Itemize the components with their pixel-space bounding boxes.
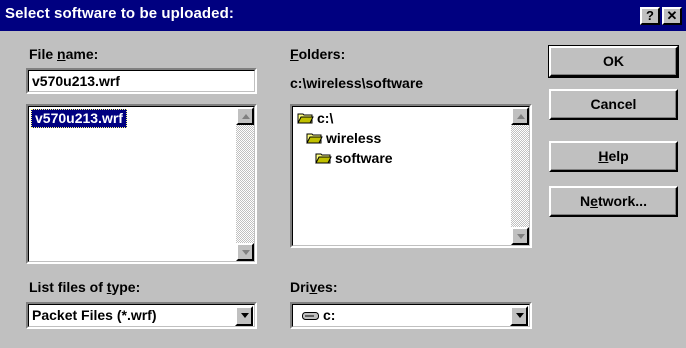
open-folder-icon [297,113,314,124]
file-type-dropdown-button[interactable] [235,306,253,326]
help-button[interactable]: Help [549,141,678,172]
file-name-label: File name: [29,46,99,62]
file-type-select[interactable]: Packet Files (*.wrf) [26,302,257,329]
scroll-up-button[interactable] [236,107,254,125]
arrow-up-icon [517,114,525,119]
chevron-down-icon [516,313,524,318]
open-folder-icon [315,153,332,164]
tree-item-root[interactable]: c:\ [297,110,333,126]
scroll-up-button[interactable] [511,107,529,125]
hard-drive-icon [302,312,319,320]
scroll-down-button[interactable] [511,227,529,245]
folder-tree[interactable]: c:\ wireless software [290,104,532,248]
file-list[interactable]: v570u213.wrf [26,104,257,264]
drives-label: Drives: [290,279,338,295]
dialog-title: Select software to be uploaded: [5,5,234,22]
folders-label: Folders: [290,46,346,62]
open-folder-icon [306,133,323,144]
file-type-label: List files of type: [29,279,141,295]
arrow-down-icon [517,234,525,239]
chevron-down-icon [241,313,249,318]
arrow-down-icon [242,250,250,255]
drives-select[interactable]: c: [290,302,532,329]
file-list-scrollbar[interactable] [236,107,254,261]
file-name-input[interactable]: v570u213.wrf [26,68,257,94]
arrow-up-icon [242,114,250,119]
drives-dropdown-button[interactable] [510,306,528,326]
cancel-button[interactable]: Cancel [549,89,678,120]
scroll-down-button[interactable] [236,243,254,261]
file-dialog: Select software to be uploaded: ? ✕ File… [0,0,686,348]
tree-item-wireless[interactable]: wireless [306,130,381,146]
help-title-button[interactable]: ? [640,7,660,25]
folder-tree-scrollbar[interactable] [511,107,529,245]
ok-button[interactable]: OK [548,45,679,78]
file-list-item[interactable]: v570u213.wrf [31,109,127,128]
current-path: c:\wireless\software [290,75,424,91]
tree-item-software[interactable]: software [315,150,393,166]
network-button[interactable]: Network... [549,186,678,217]
title-bar[interactable]: Select software to be uploaded: ? ✕ [0,0,686,31]
close-title-button[interactable]: ✕ [662,7,682,25]
